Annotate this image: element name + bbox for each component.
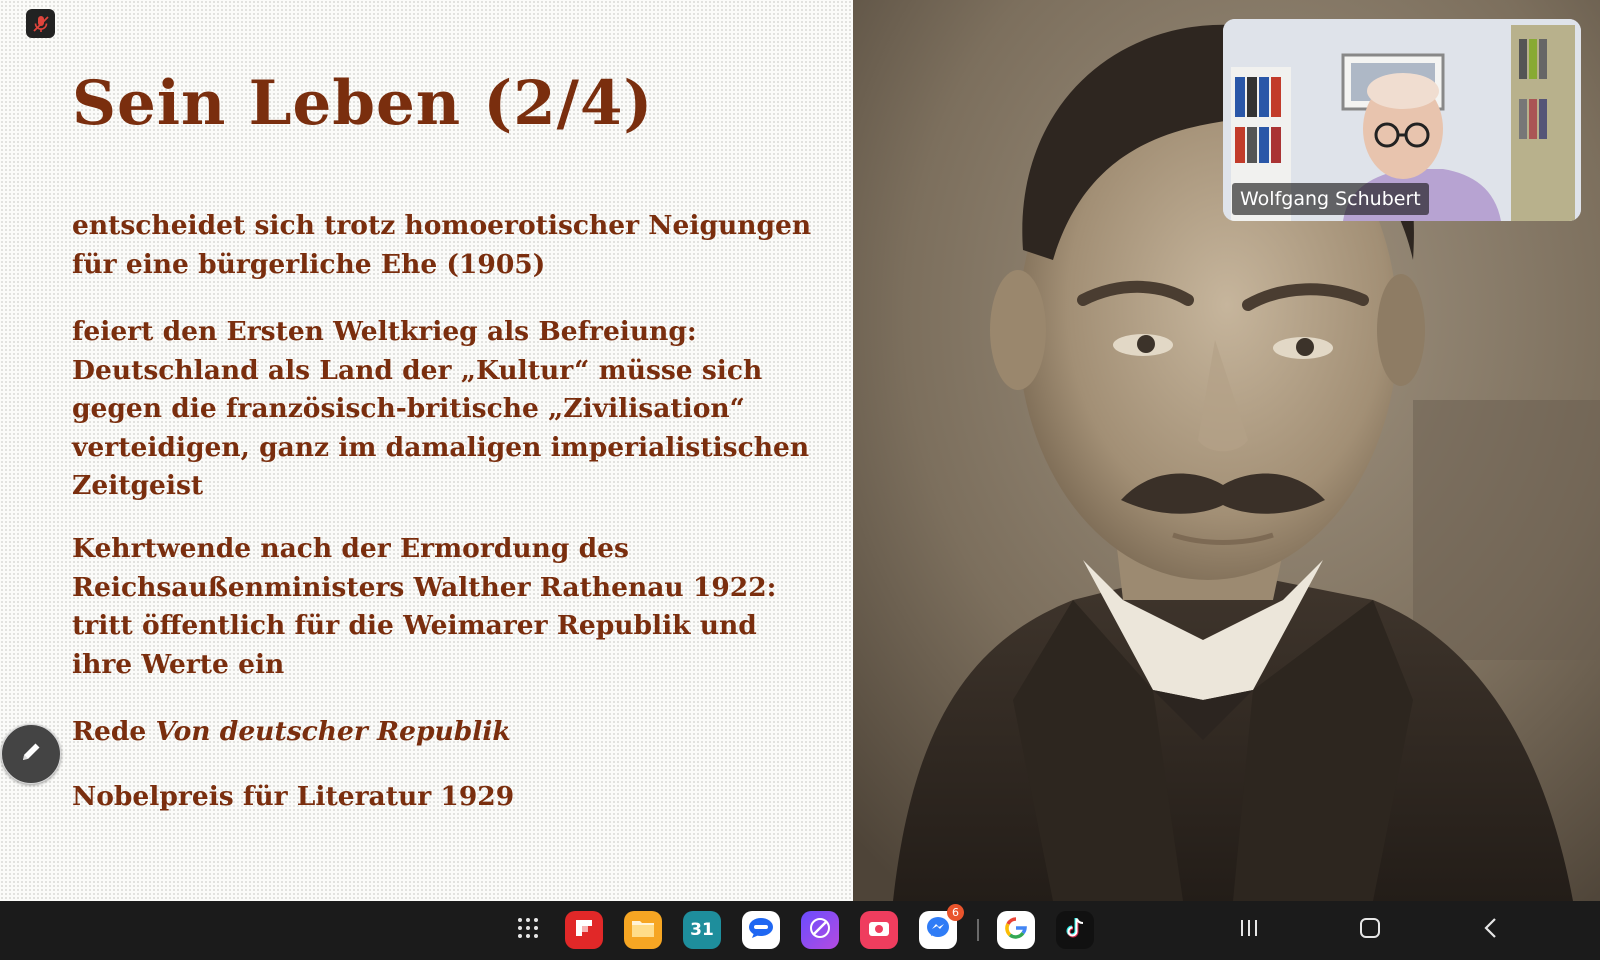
slide-paragraph-nobel: Nobelpreis für Literatur 1929 xyxy=(72,781,515,812)
browser-icon xyxy=(808,916,832,944)
google-app-button[interactable] xyxy=(997,911,1035,949)
slide-paragraph-speech: Rede Von deutscher Republik xyxy=(72,713,842,752)
camera-icon xyxy=(867,918,891,942)
home-button[interactable] xyxy=(1351,913,1389,947)
internet-browser-app-button[interactable] xyxy=(801,911,839,949)
google-icon xyxy=(1004,916,1028,944)
slide-title: Sein Leben (2/4) xyxy=(72,68,654,139)
presentation-slide: Sein Leben (2/4) entscheidet sich trotz … xyxy=(0,0,853,901)
taskbar: 31 6 xyxy=(0,901,1600,960)
messages-app-button[interactable] xyxy=(742,911,780,949)
tiktok-icon xyxy=(1064,916,1086,944)
speech-prefix: Rede xyxy=(72,716,156,747)
annotate-pen-button[interactable] xyxy=(1,724,61,784)
chat-icon xyxy=(748,917,774,943)
calendar-app-button[interactable]: 31 xyxy=(683,911,721,949)
back-button[interactable] xyxy=(1472,913,1510,947)
slide-paragraph-marriage: entscheidet sich trotz homoerotischer Ne… xyxy=(72,210,812,280)
files-app-button[interactable] xyxy=(624,911,662,949)
back-icon xyxy=(1482,917,1500,943)
recents-button[interactable] xyxy=(1230,913,1268,947)
flipboard-app-button[interactable] xyxy=(565,911,603,949)
messenger-app-button[interactable]: 6 xyxy=(919,904,964,949)
calendar-icon: 31 xyxy=(690,920,714,940)
grid-icon xyxy=(516,916,540,944)
recents-icon xyxy=(1238,919,1260,941)
slide-paragraph-war: feiert den Ersten Weltkrieg als Befreiun… xyxy=(72,316,810,501)
home-icon xyxy=(1359,917,1381,943)
participant-video-tile[interactable]: Wolfgang Schubert xyxy=(1223,19,1581,221)
notification-badge: 6 xyxy=(947,904,964,921)
screen-recorder-app-button[interactable] xyxy=(860,911,898,949)
mic-muted-icon[interactable] xyxy=(26,9,55,38)
messenger-icon xyxy=(925,915,951,945)
pencil-icon xyxy=(18,739,44,769)
participant-name-label: Wolfgang Schubert xyxy=(1232,183,1429,215)
taskbar-divider xyxy=(977,919,979,941)
flipboard-icon xyxy=(573,917,595,943)
slide-paragraph-turnaround: Kehrtwende nach der Ermordung des Reichs… xyxy=(72,533,777,680)
tiktok-app-button[interactable] xyxy=(1056,911,1094,949)
speech-title: Von deutscher Republik xyxy=(155,716,511,747)
folder-icon xyxy=(631,918,655,942)
app-drawer-button[interactable] xyxy=(509,911,547,949)
